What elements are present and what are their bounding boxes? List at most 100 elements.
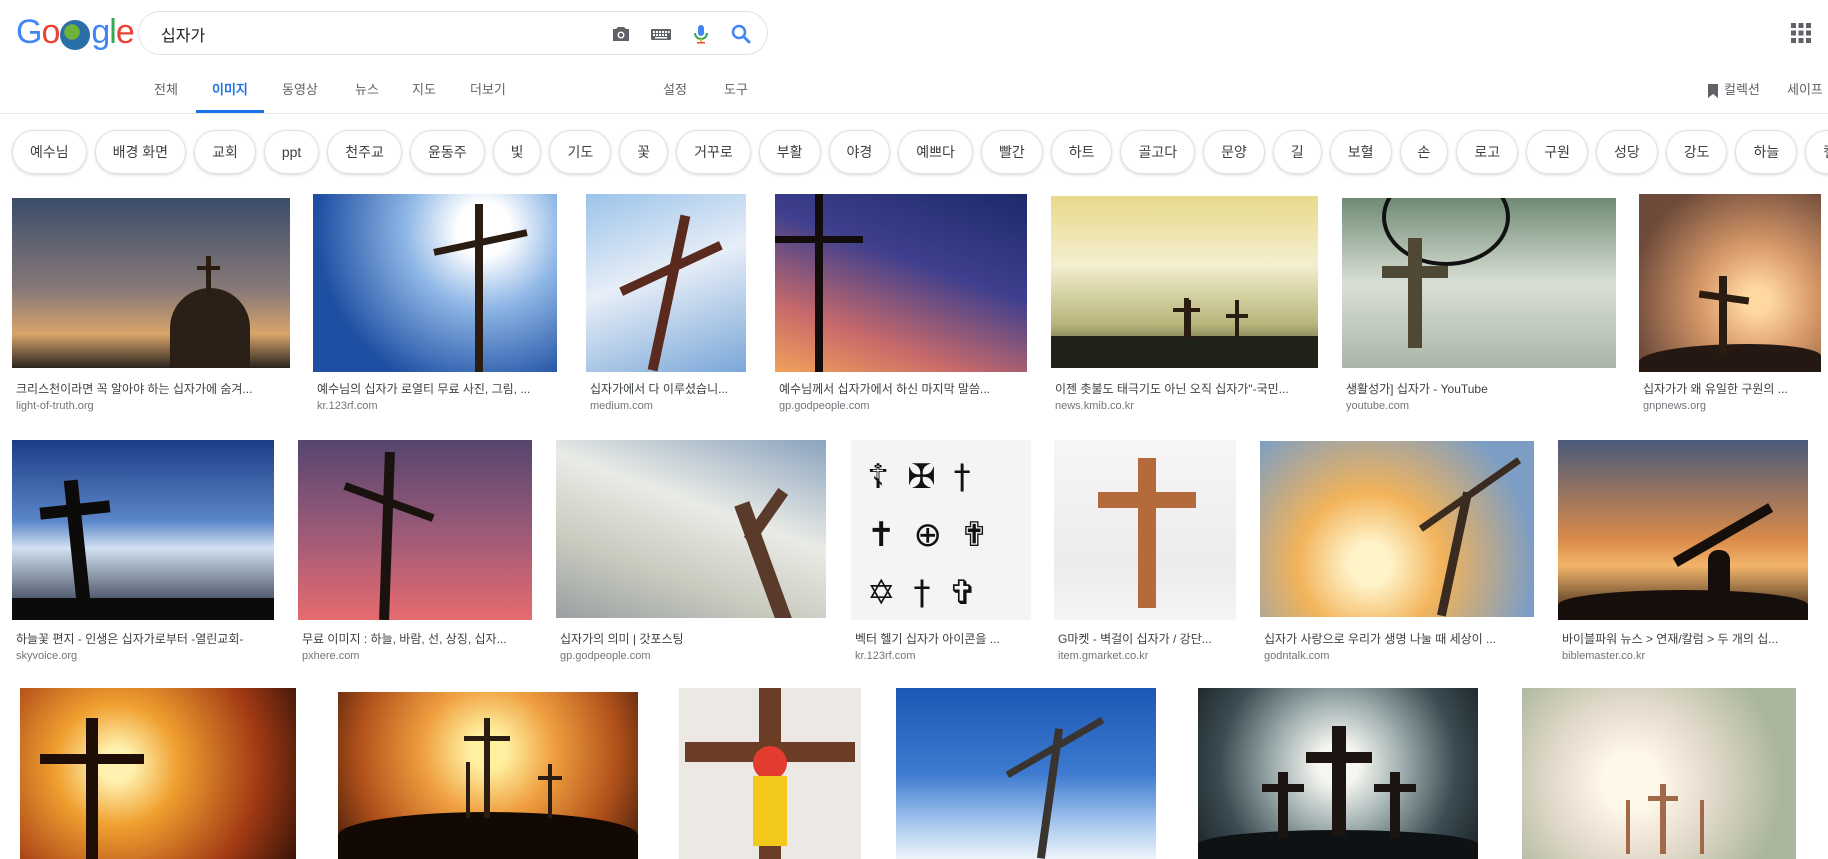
- chip[interactable]: 교회: [194, 130, 256, 174]
- chip[interactable]: 하늘: [1735, 130, 1798, 174]
- apps-grid-icon[interactable]: [1790, 22, 1812, 44]
- result-caption: 벡터 헬기 십자가 아이콘을 ...: [855, 632, 1000, 646]
- result-caption: 십자가가 왜 유일한 구원의 ...: [1643, 382, 1788, 396]
- result-thumbnail: [1639, 194, 1821, 372]
- result-source: light-of-truth.org: [16, 400, 94, 412]
- safesearch-link[interactable]: 세이프: [1787, 79, 1823, 113]
- image-result[interactable]: 십자가 사랑으로 우리가 생명 나눌 때 세상이 ... godntalk.co…: [1260, 441, 1534, 666]
- image-result[interactable]: 예수님의 십자가 로열티 무료 사진, 그림, ... kr.123rf.com: [313, 194, 557, 418]
- image-result[interactable]: [1522, 688, 1796, 859]
- image-result[interactable]: [20, 688, 296, 859]
- bookmark-icon[interactable]: [1706, 83, 1720, 99]
- result-thumbnail: [679, 688, 861, 859]
- result-caption: 십자가의 의미 | 갓포스팅: [560, 632, 684, 646]
- chip[interactable]: 윤동주: [409, 130, 485, 174]
- chip[interactable]: 부활: [758, 130, 821, 174]
- image-result[interactable]: ☦✠† ✝⊕✟ ✡†✞ 벡터 헬기 십자가 아이콘을 ... kr.123rf.co…: [851, 440, 1031, 666]
- result-thumbnail: [1522, 688, 1796, 859]
- chip[interactable]: 꽃: [619, 130, 669, 174]
- related-chips: 예수님 배경 화면 교회 ppt 천주교 윤동주 빛 기도 꽃 거꾸로 부활 야…: [12, 130, 1828, 176]
- chip[interactable]: 손: [1399, 130, 1449, 174]
- chip[interactable]: ppt: [263, 130, 320, 174]
- collections-link[interactable]: 컬렉션: [1724, 79, 1760, 113]
- chip[interactable]: 배경 화면: [94, 130, 187, 174]
- chip[interactable]: 구원: [1526, 130, 1588, 174]
- result-thumbnail: [298, 440, 532, 620]
- result-source: gp.godpeople.com: [560, 650, 651, 662]
- google-logo[interactable]: Gogle: [16, 13, 135, 52]
- chip[interactable]: 성당: [1595, 130, 1658, 174]
- image-result[interactable]: 이젠 촛불도 태극기도 아닌 오직 십자가"-국민... news.kmib.c…: [1051, 196, 1318, 418]
- image-result[interactable]: 무료 이미지 : 하늘, 바람, 선, 상징, 십자... pxhere.com: [298, 440, 532, 666]
- chip[interactable]: 문양: [1203, 130, 1265, 174]
- result-thumbnail: [1198, 688, 1478, 859]
- result-caption: 하늘꽃 편지 - 인생은 십자가로부터 -열린교회-: [16, 632, 244, 646]
- tab-more[interactable]: 더보기: [470, 79, 506, 113]
- image-result[interactable]: 하늘꽃 편지 - 인생은 십자가로부터 -열린교회- skyvoice.org: [12, 440, 274, 666]
- tab-news[interactable]: 뉴스: [355, 79, 379, 113]
- result-source: gp.godpeople.com: [779, 400, 870, 412]
- chip[interactable]: 예쁘다: [898, 130, 973, 174]
- mic-icon[interactable]: [689, 22, 713, 46]
- tab-maps[interactable]: 지도: [412, 79, 436, 113]
- chip[interactable]: 골고다: [1120, 130, 1196, 174]
- result-caption: 무료 이미지 : 하늘, 바람, 선, 상징, 십자...: [302, 632, 507, 646]
- keyboard-icon[interactable]: [649, 22, 673, 46]
- tab-videos[interactable]: 동영상: [282, 79, 318, 113]
- result-source: medium.com: [590, 400, 653, 412]
- image-result[interactable]: [679, 688, 861, 859]
- result-caption: G마켓 - 벽걸이 십자가 / 강단...: [1058, 632, 1212, 646]
- result-thumbnail: [1054, 440, 1236, 620]
- result-thumbnail: [586, 194, 746, 372]
- image-result[interactable]: 예수님께서 십자가에서 하신 마지막 말씀... gp.godpeople.co…: [775, 194, 1027, 418]
- search-box: [138, 11, 768, 56]
- chip[interactable]: 하트: [1050, 130, 1113, 174]
- chip[interactable]: 보혈: [1329, 130, 1392, 174]
- image-result[interactable]: [1198, 688, 1478, 859]
- logo-letter: o: [41, 13, 60, 51]
- chip[interactable]: 강도: [1665, 130, 1728, 174]
- chip[interactable]: 예수님: [12, 130, 87, 174]
- image-result[interactable]: [896, 688, 1156, 859]
- image-result[interactable]: [338, 692, 638, 859]
- tab-images[interactable]: 이미지: [196, 79, 264, 113]
- chip[interactable]: 길: [1272, 130, 1322, 174]
- chip[interactable]: 빨간: [980, 130, 1043, 174]
- chip[interactable]: 로고: [1456, 130, 1519, 174]
- camera-icon[interactable]: [609, 22, 633, 46]
- image-result[interactable]: 생활성가] 십자가 - YouTube youtube.com: [1342, 198, 1616, 418]
- tab-all[interactable]: 전체: [154, 79, 178, 113]
- result-source: item.gmarket.co.kr: [1058, 650, 1149, 662]
- chip[interactable]: 빛: [492, 130, 542, 174]
- globe-icon: [60, 20, 91, 50]
- chip[interactable]: 거꾸로: [676, 130, 751, 174]
- image-result[interactable]: 십자가가 왜 유일한 구원의 ... gnpnews.org: [1639, 194, 1821, 418]
- result-thumbnail: ☦✠† ✝⊕✟ ✡†✞: [851, 440, 1031, 620]
- result-thumbnail: [1260, 441, 1534, 617]
- image-result[interactable]: G마켓 - 벽걸이 십자가 / 강단... item.gmarket.co.kr: [1054, 440, 1236, 666]
- settings-link[interactable]: 설정: [663, 79, 687, 113]
- result-caption: 십자가 사랑으로 우리가 생명 나눌 때 세상이 ...: [1264, 632, 1497, 646]
- image-result[interactable]: 크리스천이라면 꼭 알아야 하는 십자가에 숨겨... light-of-tru…: [12, 198, 290, 418]
- result-thumbnail: [1051, 196, 1318, 368]
- result-caption: 이젠 촛불도 태극기도 아닌 오직 십자가"-국민...: [1055, 382, 1289, 396]
- search-tabs: 전체 이미지 동영상 뉴스 지도 더보기 설정 도구 컬렉션 세이프: [0, 79, 1828, 113]
- chip[interactable]: 천주교: [327, 130, 402, 174]
- search-input[interactable]: [159, 12, 603, 56]
- image-result[interactable]: 십자가에서 다 이루셨습니... medium.com: [586, 194, 746, 418]
- result-caption: 예수님께서 십자가에서 하신 마지막 말씀...: [779, 382, 991, 396]
- chip[interactable]: 야경: [828, 130, 891, 174]
- result-source: skyvoice.org: [16, 650, 78, 662]
- image-result[interactable]: 바이블파워 뉴스 > 연재/칼럼 > 두 개의 십... biblemaster…: [1558, 440, 1808, 666]
- tools-link[interactable]: 도구: [724, 79, 748, 113]
- chip[interactable]: 켈트: [1805, 130, 1828, 174]
- image-result[interactable]: 십자가의 의미 | 갓포스팅 gp.godpeople.com: [556, 440, 826, 666]
- search-icon[interactable]: [729, 22, 753, 46]
- result-source: kr.123rf.com: [855, 650, 916, 662]
- result-source: biblemaster.co.kr: [1562, 650, 1646, 662]
- result-thumbnail: [896, 688, 1156, 859]
- result-source: gnpnews.org: [1643, 400, 1706, 412]
- result-thumbnail: [775, 194, 1027, 372]
- result-thumbnail: [12, 440, 274, 620]
- chip[interactable]: 기도: [549, 130, 612, 174]
